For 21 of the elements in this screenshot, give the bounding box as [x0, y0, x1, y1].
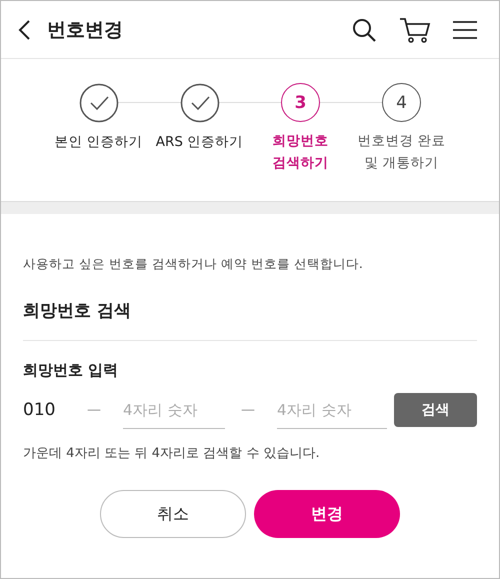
input-label: 희망번호 입력: [23, 361, 120, 380]
intro-text: 사용하고 싶은 번호를 검색하거나 예약 번호를 선택합니다.: [23, 256, 364, 273]
step-label: ARS 인증하기: [156, 133, 244, 152]
page-title: 번호변경: [47, 18, 123, 42]
step-label: 희망번호 검색하기: [272, 132, 330, 173]
back-button[interactable]: [17, 18, 31, 40]
hint-text: 가운데 4자리 또는 뒤 4자리로 검색할 수 있습니다.: [23, 445, 321, 462]
cancel-button[interactable]: 취소: [100, 490, 246, 538]
step-label: 본인 인증하기: [54, 133, 143, 152]
change-button[interactable]: 변경: [254, 490, 400, 538]
dash: —: [240, 402, 256, 418]
search-icon[interactable]: [351, 16, 377, 42]
section-title: 희망번호 검색: [23, 300, 132, 322]
cart-icon[interactable]: [399, 16, 431, 44]
step-label: 번호변경 완료 및 개통하기: [356, 132, 447, 173]
menu-icon[interactable]: [453, 20, 477, 40]
step-number: 3: [281, 83, 320, 122]
number-prefix: 010: [23, 400, 56, 420]
search-button[interactable]: 검색: [394, 393, 477, 427]
dash: —: [86, 402, 102, 418]
step-number: 4: [382, 83, 421, 122]
